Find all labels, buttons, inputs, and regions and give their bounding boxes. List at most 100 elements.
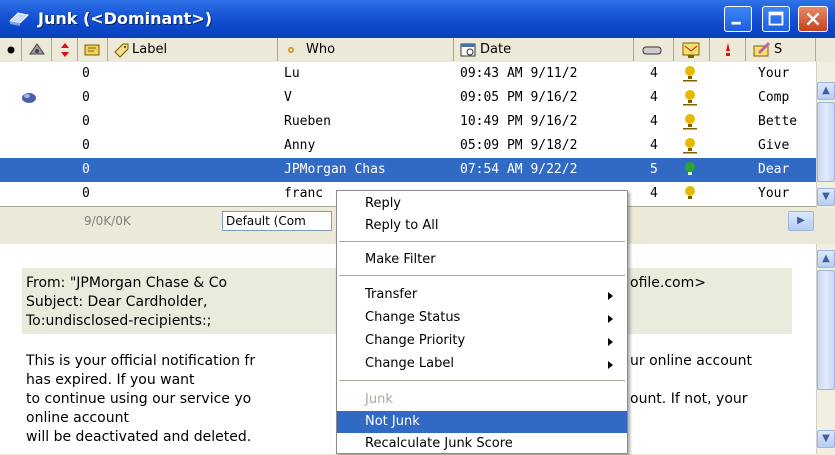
priority: 4 xyxy=(650,114,658,129)
column-date[interactable]: Date xyxy=(454,38,634,61)
sender: JPMorgan Chas xyxy=(284,162,386,177)
message-row[interactable]: 0 Lu 09:43 AM 9/11/2 4 Your xyxy=(0,62,816,86)
junk-score: 0 xyxy=(82,186,90,201)
filter-dropdown[interactable]: Default (Com xyxy=(222,211,332,231)
junk-score: 0 xyxy=(82,66,90,81)
scroll-thumb[interactable] xyxy=(817,102,835,182)
server-status-column-icon xyxy=(682,42,700,58)
subject: Give xyxy=(758,138,790,153)
column-mood[interactable] xyxy=(710,38,746,61)
message-row[interactable]: 0 V 09:05 PM 9/16/2 4 Comp xyxy=(0,86,816,110)
menu-item-transfer[interactable]: Transfer xyxy=(337,284,627,306)
close-button[interactable] xyxy=(798,6,828,32)
preview-scrollbar[interactable]: ▲ ▼ xyxy=(816,244,835,454)
subject: Your xyxy=(758,66,790,81)
attachment-column-icon xyxy=(84,44,100,56)
unread-dot-icon xyxy=(22,93,36,103)
column-server-status[interactable] xyxy=(674,38,710,61)
menu-item-not-junk[interactable]: Not Junk xyxy=(337,411,627,433)
priority: 4 xyxy=(650,66,658,81)
context-menu: Reply Reply to All Make Filter Transfer … xyxy=(336,190,628,454)
priority-column-icon xyxy=(61,43,69,57)
lightbulb-icon xyxy=(685,186,695,199)
date-column-icon xyxy=(458,38,478,61)
preview-body-line: ur online account xyxy=(630,353,753,369)
column-who[interactable]: Who xyxy=(278,38,454,61)
subject: Dear xyxy=(758,162,790,177)
preview-body-line: has expired. If you want xyxy=(26,372,195,388)
scroll-thumb[interactable] xyxy=(817,270,835,390)
scroll-right-button[interactable]: ▶ xyxy=(788,211,814,231)
subject: Bette xyxy=(758,114,798,129)
lightbulb-icon xyxy=(683,66,697,82)
column-status[interactable] xyxy=(0,38,22,61)
menu-separator xyxy=(339,241,625,242)
menu-separator xyxy=(339,380,625,381)
message-row[interactable]: 0 Anny 05:09 PM 9/18/2 4 Give xyxy=(0,134,816,158)
scroll-down-button[interactable]: ▼ xyxy=(817,430,835,448)
lightbulb-icon xyxy=(685,162,695,175)
sender: V xyxy=(284,90,292,105)
message-row-selected[interactable]: 0 JPMorgan Chas 07:54 AM 9/22/2 5 Dear xyxy=(0,158,816,182)
menu-item-label: Change Label xyxy=(365,356,454,371)
scroll-down-button[interactable]: ▼ xyxy=(817,188,835,206)
minimize-button[interactable] xyxy=(724,6,752,32)
column-size[interactable] xyxy=(634,38,674,61)
menu-item-label: Change Status xyxy=(365,310,461,325)
message-row[interactable]: 0 Rueben 10:49 PM 9/16/2 4 Bette xyxy=(0,110,816,134)
mailbox-icon xyxy=(8,9,30,29)
preview-from: From: "JPMorgan Chase & Co xyxy=(26,275,228,291)
column-junk[interactable] xyxy=(22,38,52,61)
preview-body-line: to continue using our service yo xyxy=(26,391,252,407)
preview-subject: Subject: Dear Cardholder, xyxy=(26,294,208,310)
lightbulb-icon xyxy=(683,138,697,154)
maximize-button[interactable] xyxy=(762,6,790,32)
column-header: Label Who Date S xyxy=(0,38,835,63)
scroll-up-button[interactable]: ▲ xyxy=(817,82,835,100)
who-column-title: Who xyxy=(306,42,336,57)
scroll-up-button[interactable]: ▲ xyxy=(817,250,835,268)
window-title: Junk (<Dominant>) xyxy=(38,9,213,28)
subject-column-icon xyxy=(752,38,772,61)
junk-score: 0 xyxy=(82,90,90,105)
date: 09:43 AM 9/11/2 xyxy=(460,66,578,81)
menu-item-make-filter[interactable]: Make Filter xyxy=(337,249,627,271)
column-attachment[interactable] xyxy=(78,38,108,61)
column-priority[interactable] xyxy=(52,38,78,61)
title-bar[interactable]: Junk (<Dominant>) xyxy=(0,0,835,38)
lightbulb-icon xyxy=(683,90,697,106)
menu-item-change-status[interactable]: Change Status xyxy=(337,307,627,329)
label-column-title: Label xyxy=(132,42,168,57)
menu-item-change-label[interactable]: Change Label xyxy=(337,353,627,375)
junk-score: 0 xyxy=(82,162,90,177)
junk-column-icon xyxy=(29,43,45,55)
who-column-icon xyxy=(282,38,300,61)
menu-item-recalculate-junk-score[interactable]: Recalculate Junk Score xyxy=(337,433,627,455)
preview-to: To:undisclosed-recipients:; xyxy=(26,313,212,329)
menu-item-change-priority[interactable]: Change Priority xyxy=(337,330,627,352)
submenu-arrow-icon xyxy=(608,361,613,369)
menu-item-reply-all[interactable]: Reply to All xyxy=(337,215,627,237)
preview-body-line: online account xyxy=(26,410,129,426)
preview-body-line: This is your official notification fr xyxy=(26,353,256,369)
message-list-scrollbar[interactable]: ▲ ▼ xyxy=(816,62,835,208)
menu-separator xyxy=(339,275,625,276)
menu-item-label: Transfer xyxy=(365,287,418,302)
menu-item-label: Change Priority xyxy=(365,333,466,348)
message-list[interactable]: 0 Lu 09:43 AM 9/11/2 4 Your 0 V 09:05 PM… xyxy=(0,62,816,206)
priority: 5 xyxy=(650,162,658,177)
date: 10:49 PM 9/16/2 xyxy=(460,114,578,129)
sender: franc xyxy=(284,186,324,201)
sender: Anny xyxy=(284,138,316,153)
subject: Your xyxy=(758,186,790,201)
menu-item-reply[interactable]: Reply xyxy=(337,193,627,215)
date: 05:09 PM 9/18/2 xyxy=(460,138,578,153)
preview-body-line: ount. If not, your xyxy=(630,391,748,407)
column-subject[interactable]: S xyxy=(746,38,816,61)
date: 09:05 PM 9/16/2 xyxy=(460,90,578,105)
lightbulb-icon xyxy=(683,114,697,130)
column-label[interactable]: Label xyxy=(108,38,278,61)
submenu-arrow-icon xyxy=(608,315,613,323)
priority: 4 xyxy=(650,138,658,153)
date: 07:54 AM 9/22/2 xyxy=(460,162,578,177)
